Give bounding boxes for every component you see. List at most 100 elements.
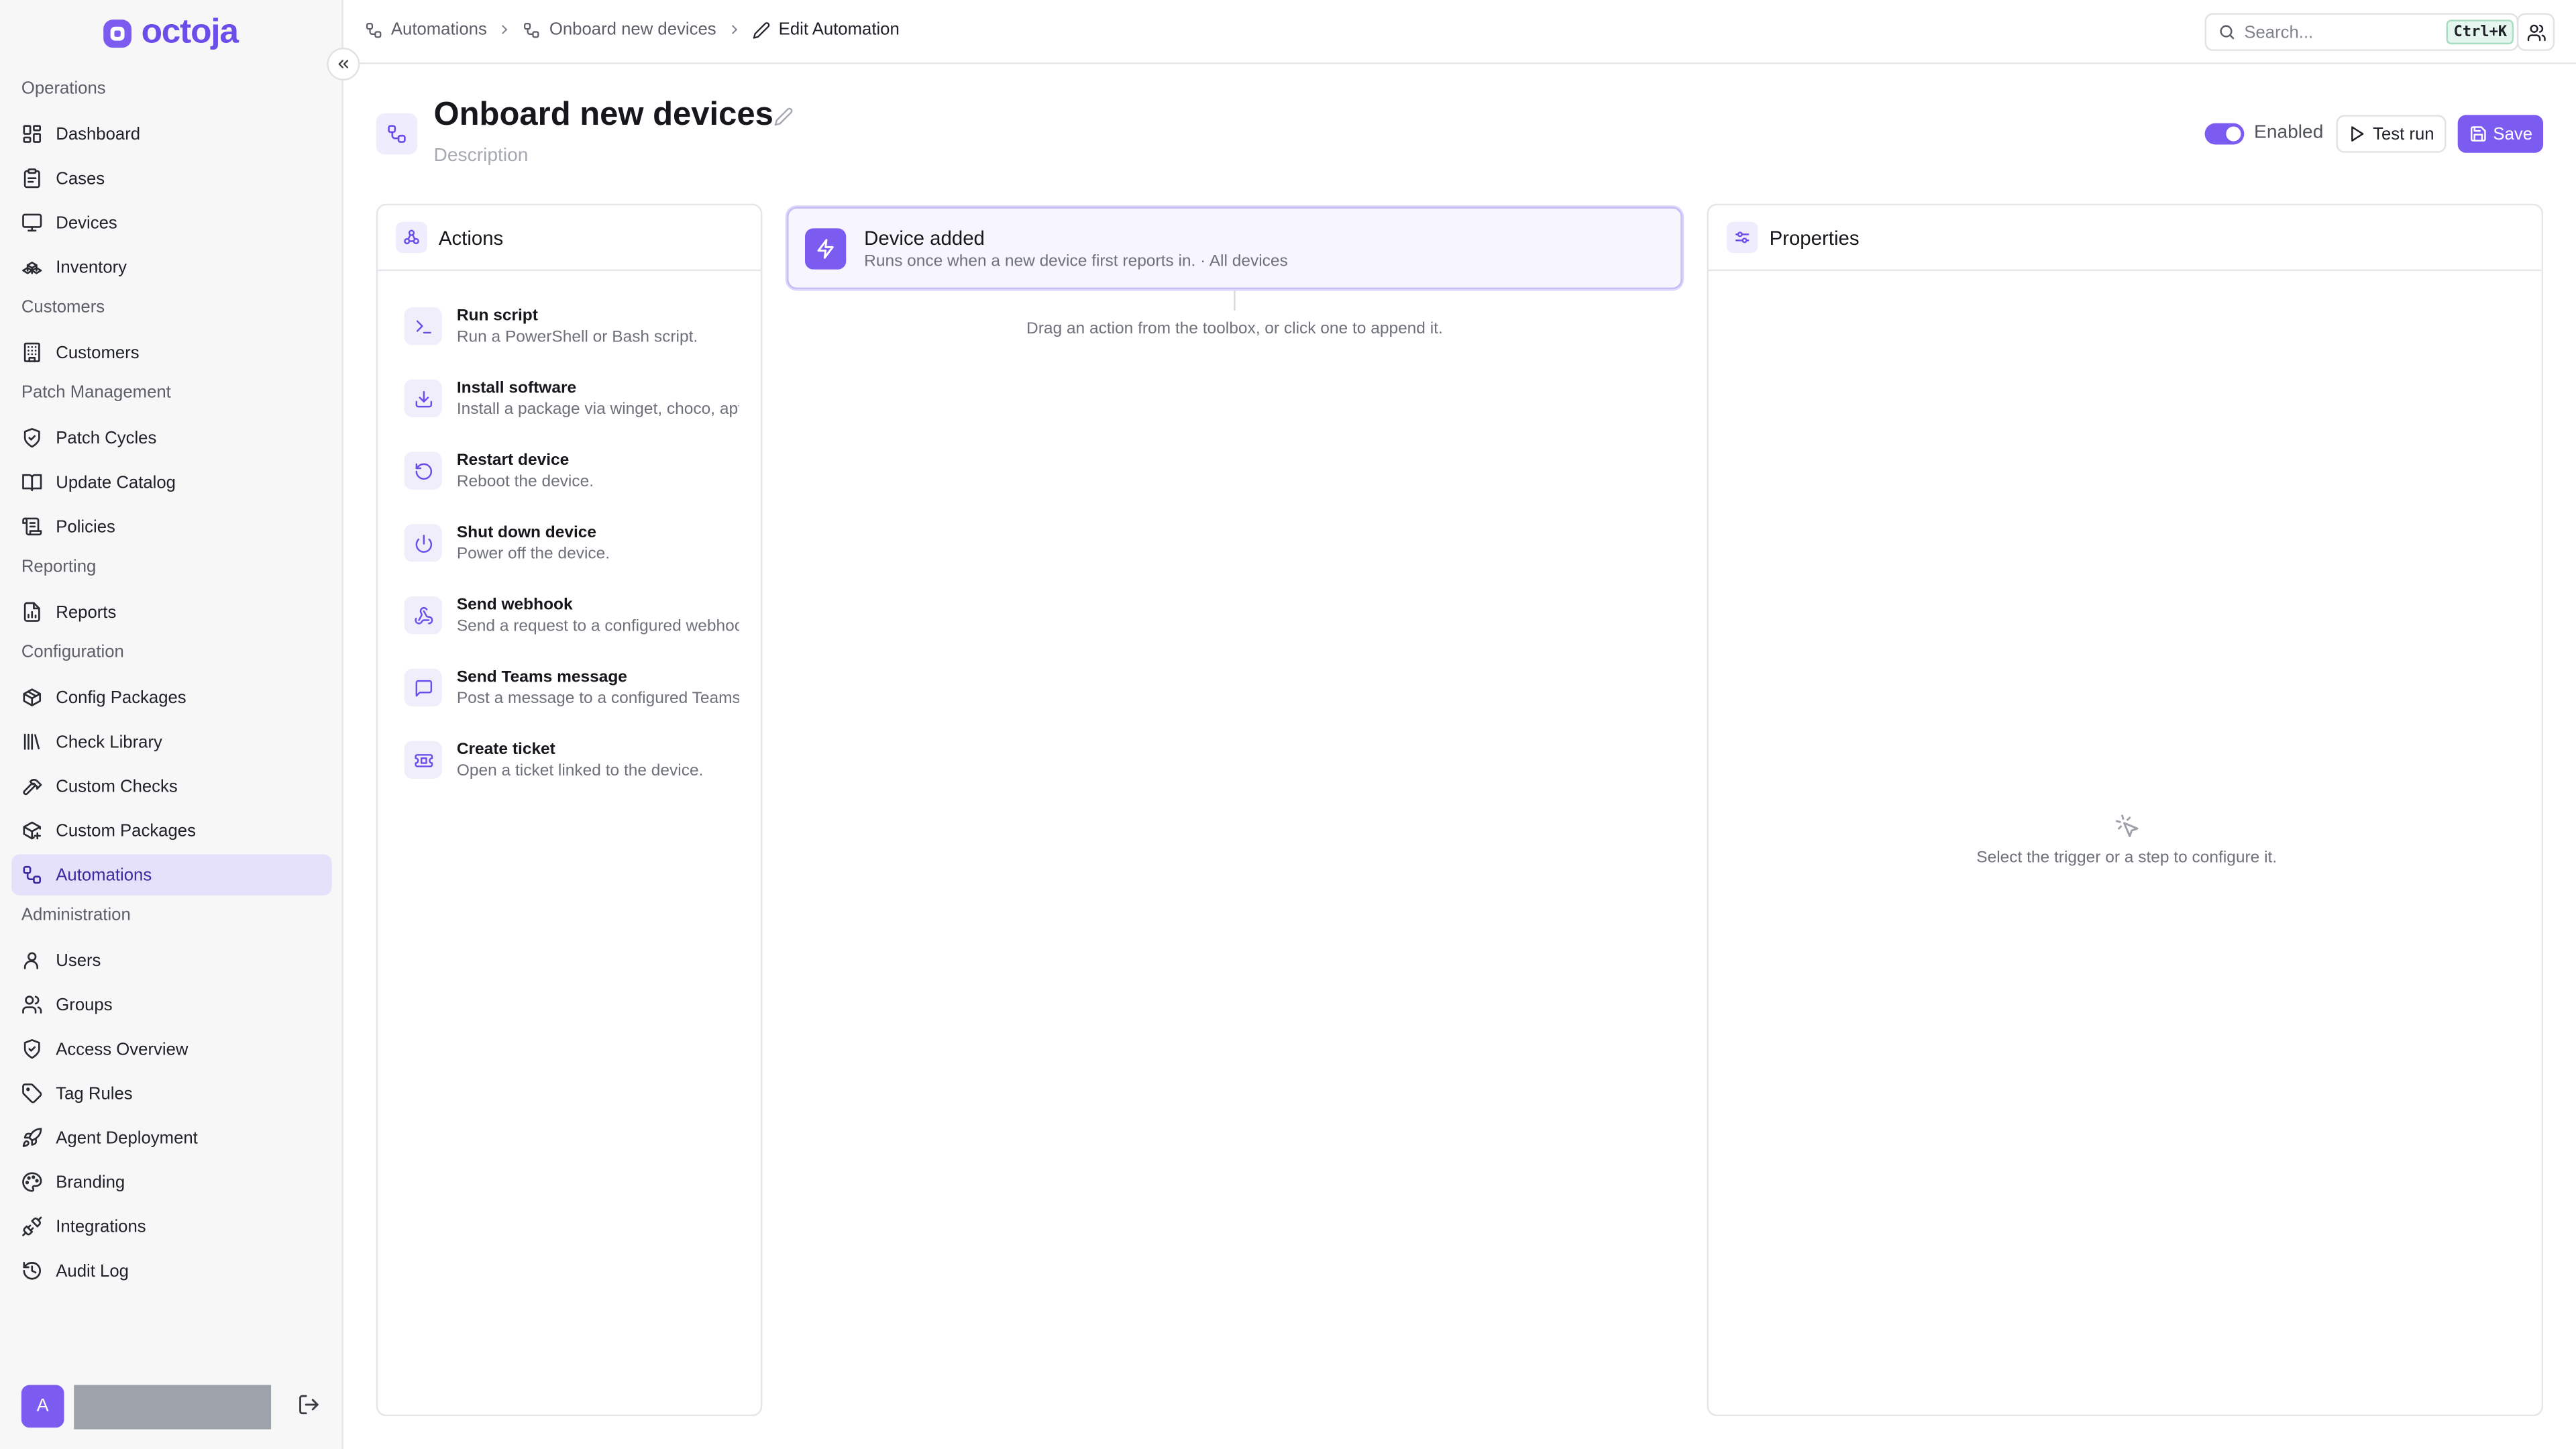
sidebar-item-dashboard[interactable]: Dashboard xyxy=(11,113,332,154)
sidebar-item-label: Reports xyxy=(56,602,117,622)
nav-section-configuration: Configuration xyxy=(21,642,124,662)
sidebar-item-customers[interactable]: Customers xyxy=(11,332,332,373)
tag-icon xyxy=(22,1083,42,1104)
sidebar-item-inventory[interactable]: Inventory xyxy=(11,246,332,287)
enabled-toggle[interactable] xyxy=(2204,123,2245,145)
cursor-click-icon xyxy=(2114,814,2138,838)
sidebar-item-automations[interactable]: Automations xyxy=(11,854,332,896)
sidebar-item-branding[interactable]: Branding xyxy=(11,1161,332,1202)
sidebar-item-config-packages[interactable]: Config Packages xyxy=(11,677,332,718)
sidebar-item-label: Inventory xyxy=(56,257,127,277)
properties-panel: Properties Select the trigger or a step … xyxy=(1707,203,2545,1417)
action-restart-device[interactable]: Restart device Reboot the device. xyxy=(404,449,741,515)
octoja-logo-icon xyxy=(103,19,132,47)
webhook-icon xyxy=(414,606,433,624)
action-run-script[interactable]: Run script Run a PowerShell or Bash scrip… xyxy=(404,304,741,370)
sidebar-item-groups[interactable]: Groups xyxy=(11,984,332,1025)
sidebar-item-update-catalog[interactable]: Update Catalog xyxy=(11,462,332,502)
properties-panel-title: Properties xyxy=(1769,225,1860,250)
nav-section-patch-management: Patch Management xyxy=(21,382,171,403)
action-description: Reboot the device. xyxy=(456,473,594,492)
save-button[interactable]: Save xyxy=(2457,115,2544,153)
plug-icon xyxy=(22,1216,42,1236)
sidebar-item-label: Cases xyxy=(56,168,105,189)
action-text: Create ticket Open a ticket linked to the… xyxy=(457,738,739,782)
sidebar-item-check-library[interactable]: Check Library xyxy=(11,721,332,762)
sidebar: octoja Operations Dashboard Cases Devices In… xyxy=(0,0,343,1449)
action-description: Send a request to a configured webhook xyxy=(456,617,740,636)
sidebar-item-patch-cycles[interactable]: Patch Cycles xyxy=(11,417,332,458)
terminal-icon xyxy=(415,319,431,333)
sidebar-item-devices[interactable]: Devices xyxy=(11,202,332,243)
trigger-node[interactable]: Device added Runs once when a new device… xyxy=(787,207,1682,290)
sidebar-item-label: Check Library xyxy=(56,732,162,752)
trigger-connector xyxy=(1234,290,1236,311)
sidebar-item-users[interactable]: Users xyxy=(11,940,332,981)
rocket-icon xyxy=(22,1128,42,1147)
description-input[interactable] xyxy=(433,146,763,166)
sidebar-item-agent-deployment[interactable]: Agent Deployment xyxy=(11,1117,332,1158)
action-title: Send webhook xyxy=(456,596,573,614)
app-name: octoja xyxy=(141,13,239,51)
sidebar-item-reports[interactable]: Reports xyxy=(11,592,332,633)
nav-section-administration: Administration xyxy=(21,905,131,925)
history-icon xyxy=(23,1262,41,1280)
search-input[interactable] xyxy=(2244,22,2422,42)
sidebar-item-custom-checks[interactable]: Custom Checks xyxy=(11,765,332,806)
boxes-icon xyxy=(22,262,42,274)
properties-empty-state: Select the trigger or a step to configur… xyxy=(1709,813,2545,867)
search-box[interactable]: Ctrl+K xyxy=(2204,13,2519,51)
sidebar-item-label: Dashboard xyxy=(56,123,141,144)
sidebar-item-integrations[interactable]: Integrations xyxy=(11,1206,332,1247)
test-run-button[interactable]: Test run xyxy=(2336,115,2447,153)
sidebar-item-label: Custom Packages xyxy=(56,820,196,841)
sidebar-item-label: Audit Log xyxy=(56,1260,129,1281)
sidebar-item-tag-rules[interactable]: Tag Rules xyxy=(11,1073,332,1114)
action-shut-down-device[interactable]: Shut down device Power off the device. xyxy=(404,521,741,586)
user-menu-button[interactable] xyxy=(2516,13,2555,51)
action-install-software[interactable]: Install software Install a package via wi… xyxy=(404,376,741,442)
action-create-ticket[interactable]: Create ticket Open a ticket linked to the… xyxy=(404,738,741,804)
sidebar-item-policies[interactable]: Policies xyxy=(11,506,332,547)
sidebar-item-label: Automations xyxy=(56,865,152,885)
chevron-right-icon xyxy=(731,25,738,34)
nav-section-reporting: Reporting xyxy=(21,557,97,577)
dashboard-icon xyxy=(23,125,42,143)
action-description: Post a message to a configured Teams cha… xyxy=(456,690,740,708)
action-title: Restart device xyxy=(456,451,570,470)
actions-panel-title: Actions xyxy=(438,225,504,250)
shield-icon xyxy=(23,1039,40,1059)
sidebar-item-label: Custom Checks xyxy=(56,776,178,796)
sidebar-item-access-overview[interactable]: Access Overview xyxy=(11,1028,332,1069)
sidebar-item-label: Branding xyxy=(56,1172,125,1192)
avatar[interactable]: A xyxy=(21,1385,64,1428)
breadcrumb-automation-name[interactable]: Onboard new devices xyxy=(523,19,716,40)
nav-section-customers: Customers xyxy=(21,297,105,317)
trigger-title: Device added xyxy=(864,226,985,250)
action-send-webhook[interactable]: Send webhook Send a request to a configur… xyxy=(404,593,741,659)
library-icon xyxy=(23,733,40,750)
logout-icon[interactable] xyxy=(297,1393,320,1416)
action-title: Run script xyxy=(456,307,538,325)
action-send-teams-message[interactable]: Send Teams message Post a message to a co… xyxy=(404,665,741,731)
edit-title-icon[interactable] xyxy=(773,107,793,126)
chevron-right-icon xyxy=(502,25,508,34)
automation-icon-badge xyxy=(376,113,418,155)
action-title: Shut down device xyxy=(456,524,597,543)
breadcrumb-automations[interactable]: Automations xyxy=(365,19,487,40)
action-title: Send Teams message xyxy=(456,668,627,687)
sidebar-item-audit-log[interactable]: Audit Log xyxy=(11,1250,332,1291)
logo[interactable]: octoja xyxy=(102,13,239,53)
page-title[interactable]: Onboard new devices xyxy=(434,97,773,134)
search-shortcut: Ctrl+K xyxy=(2447,19,2514,45)
action-description: Run a PowerShell or Bash script. xyxy=(456,328,698,347)
book-icon xyxy=(22,474,42,492)
sidebar-item-label: Customers xyxy=(56,342,140,363)
properties-panel-header: Properties xyxy=(1708,205,2542,272)
package-plus-icon xyxy=(23,821,42,840)
user-name-redacted xyxy=(74,1384,272,1429)
sidebar-item-cases[interactable]: Cases xyxy=(11,158,332,199)
package-icon xyxy=(23,688,42,706)
collapse-sidebar-button[interactable] xyxy=(327,48,360,81)
sidebar-item-custom-packages[interactable]: Custom Packages xyxy=(11,810,332,851)
